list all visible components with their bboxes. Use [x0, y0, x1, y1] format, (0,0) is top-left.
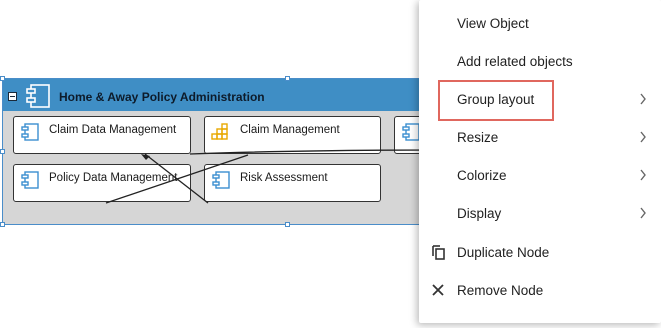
resize-handle[interactable]: [0, 222, 5, 227]
node-label: Claim Data Management: [49, 124, 177, 136]
component-icon: [402, 123, 420, 141]
component-icon: [21, 123, 39, 141]
node-claim-data-management[interactable]: Claim Data Management: [13, 116, 191, 154]
menu-item-label: Add related objects: [457, 54, 573, 69]
chevron-right-icon: [640, 207, 646, 219]
resize-handle[interactable]: [0, 76, 5, 81]
menu-item-remove-node[interactable]: Remove Node: [419, 271, 661, 309]
grid-icon: [211, 123, 228, 140]
menu-item-view-object[interactable]: View Object: [419, 4, 661, 42]
context-menu: View Object Add related objects Group la…: [419, 0, 661, 323]
resize-handle[interactable]: [285, 76, 290, 81]
chevron-right-icon: [640, 169, 646, 181]
node-policy-data-management[interactable]: Policy Data Management: [13, 164, 191, 202]
component-icon: [21, 171, 39, 189]
menu-item-label: Duplicate Node: [457, 245, 550, 260]
chevron-right-icon: [640, 131, 646, 143]
menu-item-add-related-objects[interactable]: Add related objects: [419, 42, 661, 80]
menu-item-label: Resize: [457, 130, 499, 145]
menu-item-label: Colorize: [457, 168, 507, 183]
node-label: Risk Assessment: [240, 172, 328, 184]
resize-handle[interactable]: [285, 222, 290, 227]
close-icon: [432, 284, 444, 296]
menu-item-display[interactable]: Display: [419, 194, 661, 232]
menu-item-colorize[interactable]: Colorize: [419, 156, 661, 194]
menu-item-label: View Object: [457, 16, 529, 31]
chevron-right-icon: [640, 93, 646, 105]
menu-item-resize[interactable]: Resize: [419, 118, 661, 156]
group-node[interactable]: Home & Away Policy Administration Claim …: [2, 78, 442, 225]
resize-handle[interactable]: [0, 149, 5, 154]
node-risk-assessment[interactable]: Risk Assessment: [204, 164, 381, 202]
highlight-annotation: [438, 80, 554, 121]
group-header[interactable]: Home & Away Policy Administration: [3, 79, 441, 111]
component-icon: [212, 171, 230, 189]
menu-item-label: Display: [457, 206, 502, 221]
collapse-toggle-icon[interactable]: [8, 92, 17, 101]
node-label: Claim Management: [240, 124, 340, 136]
menu-item-duplicate-node[interactable]: Duplicate Node: [419, 233, 661, 271]
duplicate-icon: [432, 245, 445, 260]
node-claim-management[interactable]: Claim Management: [204, 116, 381, 154]
node-label: Policy Data Management: [49, 172, 178, 184]
group-title: Home & Away Policy Administration: [59, 90, 265, 104]
component-icon: [26, 84, 50, 108]
menu-item-label: Remove Node: [457, 283, 544, 298]
